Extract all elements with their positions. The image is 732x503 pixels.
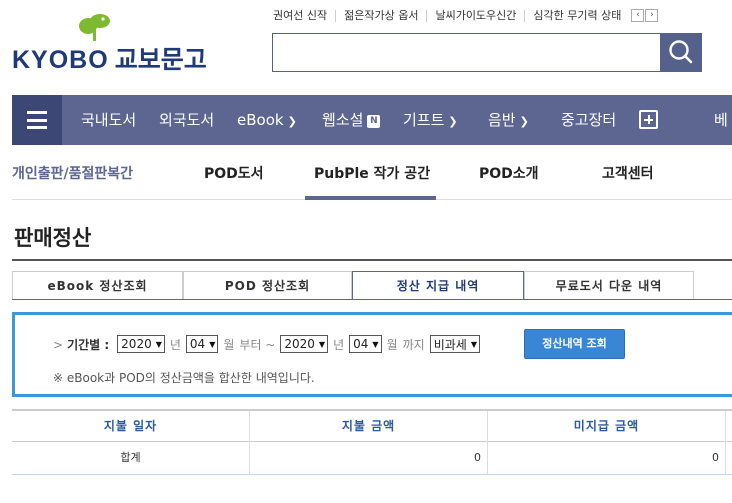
trending-keywords: 권여선 신작 젊은작가상 옵서 날씨가이도우신간 심각한 무기력 상태 ‹ › bbox=[273, 9, 659, 22]
chevron-down-icon: ▼ bbox=[318, 339, 326, 349]
search-icon bbox=[669, 40, 693, 64]
nav-item-label: 기프트 bbox=[403, 111, 445, 129]
tab-pod-settlement[interactable]: POD 정산조회 bbox=[183, 271, 352, 300]
chevron-down-icon: ▼ bbox=[372, 339, 379, 349]
search-input[interactable] bbox=[273, 34, 661, 71]
table-header: 지불 일자 지불 금액 미지급 금액 bbox=[12, 409, 732, 442]
nav-item-label: 국내도서 bbox=[81, 111, 137, 129]
end-year-select[interactable]: 2020 ▼ bbox=[280, 335, 329, 353]
start-year-value: 2020 bbox=[121, 337, 152, 351]
nav-item-ebook[interactable]: eBook ❯ bbox=[237, 95, 297, 145]
nav-item-label: eBook bbox=[237, 111, 284, 129]
active-indicator bbox=[305, 196, 436, 200]
nav-item-domestic-books[interactable]: 국내도서 bbox=[81, 95, 136, 145]
chevron-right-icon[interactable]: › bbox=[645, 9, 659, 22]
end-month-value: 04 bbox=[353, 337, 369, 351]
start-suffix: 부터 ~ bbox=[239, 337, 276, 352]
column-header-unpaid-amount: 미지급 금액 bbox=[487, 411, 725, 442]
period-label-text: 기간별 : bbox=[67, 337, 110, 352]
page-title: 판매정산 bbox=[14, 226, 92, 250]
settlement-tabs: eBook 정산조회 POD 정산조회 정산 지급 내역 무료도서 다운 내역 bbox=[12, 271, 732, 300]
plus-icon[interactable] bbox=[639, 110, 658, 129]
sub-nav: 개인출판/품절판복간 POD도서 PubPle 작가 공간 POD소개 고객센터 bbox=[12, 146, 732, 200]
chevron-down-icon: ❯ bbox=[448, 115, 458, 128]
year-unit: 년 bbox=[169, 337, 181, 352]
period-label: > 기간별 : bbox=[53, 336, 109, 353]
sub-nav-item-pod-books[interactable]: POD도서 bbox=[204, 163, 264, 183]
nav-item-label: 외국도서 bbox=[159, 111, 215, 129]
end-month-select[interactable]: 04 ▼ bbox=[349, 335, 382, 353]
year-unit: 년 bbox=[333, 337, 345, 352]
chevron-left-icon[interactable]: ‹ bbox=[631, 9, 645, 22]
column-header-overflow bbox=[725, 411, 732, 442]
cell-pay-amount: 0 bbox=[249, 442, 487, 474]
sub-nav-item-author-space[interactable]: PubPle 작가 공간 bbox=[314, 163, 430, 183]
nav-item-label: 음반 bbox=[488, 111, 516, 129]
tax-type-value: 비과세 bbox=[433, 337, 467, 352]
settlement-note: ※ eBook과 POD의 정산금액을 합산한 내역입니다. bbox=[53, 371, 315, 385]
keyword-pager: ‹ › bbox=[631, 9, 659, 22]
tab-payment-history[interactable]: 정산 지급 내역 bbox=[352, 271, 524, 300]
main-nav: 국내도서 외국도서 eBook❯ 웹소설N 기프트❯ 음반❯ 중고장터 베 스 bbox=[12, 95, 732, 145]
chevron-down-icon: ❯ bbox=[519, 115, 529, 128]
nav-item-webnovel[interactable]: 웹소설 N bbox=[322, 95, 381, 145]
bullet-arrow-icon: > bbox=[53, 337, 64, 352]
sub-nav-item-pod-intro[interactable]: POD소개 bbox=[479, 163, 539, 183]
end-suffix: 까지 bbox=[402, 337, 425, 352]
tab-free-download[interactable]: 무료도서 다운 내역 bbox=[524, 271, 694, 300]
start-month-select[interactable]: 04 ▼ bbox=[185, 335, 219, 353]
chevron-down-icon: ❯ bbox=[287, 115, 297, 128]
sprout-icon bbox=[79, 14, 110, 41]
kyobo-logo[interactable]: KYOBO 교보문고 bbox=[12, 12, 207, 74]
month-unit: 월 bbox=[386, 337, 398, 352]
logo-text-en: KYOBO bbox=[12, 46, 109, 74]
nav-item-foreign-books[interactable]: 외국도서 bbox=[159, 95, 214, 145]
nav-item-gift[interactable]: 기프트 ❯ bbox=[403, 95, 458, 145]
table-row: 합계 0 0 bbox=[12, 442, 732, 475]
chevron-down-icon: ▼ bbox=[209, 339, 216, 349]
nav-item-used-market[interactable]: 중고장터 bbox=[561, 95, 616, 145]
cell-overflow bbox=[725, 442, 732, 474]
keyword-link[interactable]: 날씨가이도우신간 bbox=[426, 9, 524, 22]
logo-text-ko: 교보문고 bbox=[114, 46, 207, 74]
chevron-down-icon: ▼ bbox=[470, 339, 477, 349]
cell-pay-date: 합계 bbox=[120, 451, 141, 464]
sub-nav-item-customer-center[interactable]: 고객센터 bbox=[602, 163, 654, 183]
tabs-divider bbox=[12, 299, 732, 300]
logo-wordmark: KYOBO 교보문고 bbox=[12, 40, 207, 76]
new-badge: N bbox=[367, 115, 381, 128]
chevron-down-icon: ▼ bbox=[155, 339, 162, 349]
settlement-query-button[interactable]: 정산내역 조회 bbox=[524, 329, 625, 359]
column-header-pay-amount: 지불 금액 bbox=[249, 411, 487, 442]
search-button[interactable] bbox=[660, 33, 702, 72]
tax-type-select[interactable]: 비과세 ▼ bbox=[429, 335, 480, 353]
start-year-select[interactable]: 2020 ▼ bbox=[117, 335, 165, 353]
title-divider bbox=[12, 259, 732, 261]
sub-nav-section-title[interactable]: 개인출판/품절판복간 bbox=[12, 163, 133, 183]
end-year-value: 2020 bbox=[284, 337, 315, 351]
keyword-link[interactable]: 심각한 무기력 상태 bbox=[524, 9, 629, 22]
nav-item-label: 중고장터 bbox=[561, 111, 617, 129]
keyword-link[interactable]: 권여선 신작 bbox=[273, 9, 335, 22]
tab-ebook-settlement[interactable]: eBook 정산조회 bbox=[12, 271, 183, 300]
menu-button[interactable] bbox=[12, 95, 62, 145]
nav-item-label: 웹소설 bbox=[322, 111, 364, 129]
start-month-value: 04 bbox=[189, 337, 206, 351]
nav-item-music[interactable]: 음반 ❯ bbox=[488, 95, 529, 145]
period-filter-row: > 기간별 : 2020 ▼ 년 04 ▼ 월 부터 ~ 2020 ▼ 년 04 ▼ 월 … bbox=[53, 335, 480, 353]
period-filter-panel: > 기간별 : 2020 ▼ 년 04 ▼ 월 부터 ~ 2020 ▼ 년 04 ▼ 월 … bbox=[12, 312, 732, 397]
month-unit: 월 bbox=[223, 337, 235, 352]
cell-unpaid-amount: 0 bbox=[487, 442, 725, 474]
search-box bbox=[272, 33, 661, 72]
nav-item-label: 베 스 bbox=[714, 111, 732, 129]
keyword-link[interactable]: 젊은작가상 옵서 bbox=[335, 9, 426, 22]
nav-item-bestseller[interactable]: 베 스 bbox=[714, 95, 732, 145]
column-header-pay-date: 지불 일자 bbox=[103, 419, 158, 433]
